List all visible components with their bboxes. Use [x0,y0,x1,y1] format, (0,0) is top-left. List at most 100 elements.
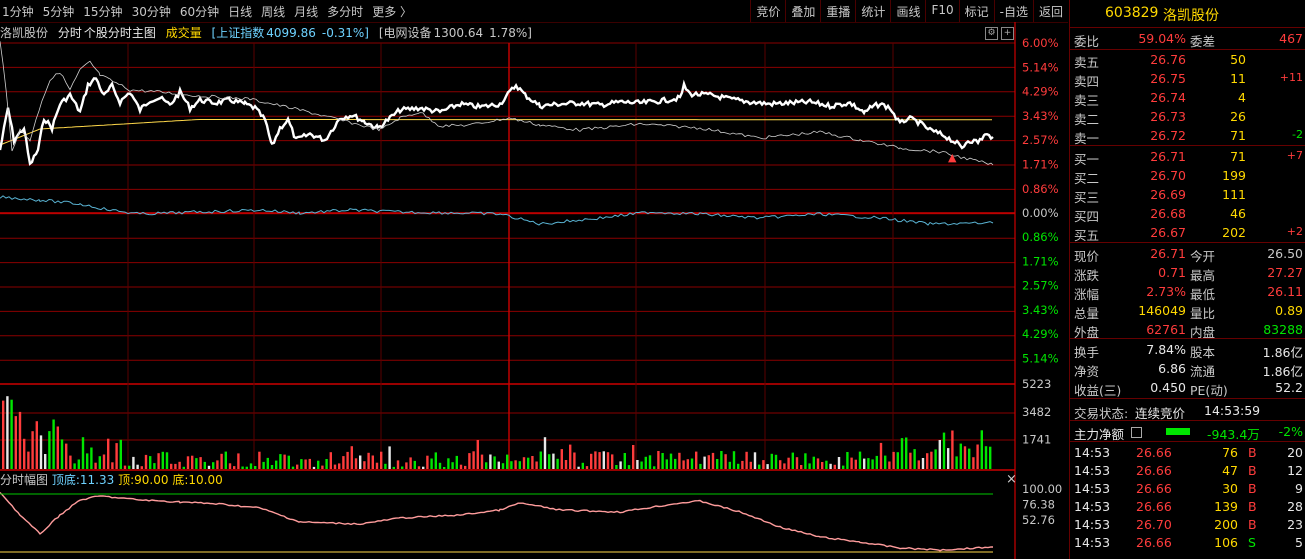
volume-bar [648,455,652,469]
volume-bar [329,452,332,469]
volume-bar [674,458,677,469]
volume-bar [447,458,450,469]
volume-bar [581,462,584,469]
volume-bar [464,465,467,469]
volume-bar [153,463,156,469]
volume-bar [384,463,387,469]
fund-value: 6.86 [1158,361,1186,376]
main-flow-row[interactable]: 主力净额 -943.4万 -2% [1070,423,1305,442]
ask-row: 卖四 26.75 11 +11 [1070,70,1305,89]
quote-label: 总量 [1074,306,1100,321]
tick-price: 26.66 [1136,463,1172,478]
volume-bar [140,466,143,469]
volume-bar [598,452,601,469]
bid-price: 26.69 [1150,187,1186,202]
volume-bar [170,463,173,469]
bid-price: 26.70 [1150,168,1186,183]
volume-bar [111,462,114,469]
volume-bar [955,456,958,469]
volume-bar [409,457,412,469]
volume-bar [989,446,992,469]
volume-bar [758,464,761,469]
ask-volume: 4 [1238,90,1246,105]
axis-label-volume: 1741 [1022,433,1051,447]
volume-bar [258,451,261,469]
volume-bar [795,457,799,469]
axis-label-down: 4.29% [1022,327,1059,341]
quote-value: 146049 [1138,303,1186,318]
fund-value: 1.86亿 [1262,345,1303,360]
volume-bar [233,466,236,469]
volume-bar [825,460,828,469]
volume-bar [224,451,227,469]
volume-bar [972,457,975,469]
volume-bar [443,467,446,469]
fund-value: 7.84% [1146,342,1186,357]
axis-label-osc: 52.76 [1022,513,1055,527]
volume-bar [10,399,13,469]
volume-bar [317,460,320,469]
volume-bar [254,466,257,469]
volume-bar [951,430,954,469]
bid-label: 买四 [1074,209,1100,224]
volume-bar [489,454,492,469]
volume-bar [724,454,727,469]
axis-label-zero: 0.00% [1022,206,1059,220]
volume-bar [590,453,593,469]
volume-bar [644,456,647,469]
flow-pct: -2% [1278,424,1303,439]
volume-bar [497,461,500,469]
quote-row: 外盘 62761 内盘 83288 [1070,321,1305,340]
volume-bar [279,454,282,469]
tick-side: B [1248,499,1257,514]
volume-bar [699,463,702,469]
volume-bar [296,464,299,469]
volume-bar [212,462,215,469]
ask-price: 26.73 [1150,109,1186,124]
axis-label-up: 5.14% [1022,60,1059,74]
osc-name[interactable]: 分时幅图 [0,473,48,487]
volume-bar [493,456,496,469]
quote-value: 83288 [1263,322,1303,337]
volume-bar [182,466,185,469]
volume-bar [480,454,484,469]
weibi-value: 59.04% [1138,31,1186,46]
bid-volume: 46 [1230,206,1246,221]
weibi-label: 委比 [1074,34,1100,49]
volume-bar [6,396,9,469]
volume-bar [829,463,832,469]
volume-bar [90,447,93,469]
volume-bar [963,446,967,469]
tick-price: 26.66 [1136,481,1172,496]
volume-bar [350,446,353,469]
volume-bar [359,455,362,469]
volume-bar [123,465,127,469]
volume-bar [220,453,223,469]
tick-price: 26.70 [1136,517,1172,532]
close-osc-icon[interactable]: × [1006,472,1017,487]
volume-bar [716,459,719,469]
volume-bar [203,461,206,469]
volume-bar [791,452,794,469]
volume-bar [753,452,757,469]
quote-label: 最高 [1190,268,1216,283]
volume-bar [527,457,530,469]
volume-bar [686,459,689,469]
volume-bar [531,456,534,469]
tick-time: 14:53 [1074,517,1111,532]
volume-bar [73,463,76,469]
weicha-label: 委差 [1190,34,1216,49]
volume-bar [325,459,328,469]
quote-label: 量比 [1190,306,1216,321]
volume-bar [510,461,513,469]
ask-change: -2 [1292,128,1303,141]
flow-menu-icon[interactable] [1131,427,1142,438]
volume-bar [270,465,274,469]
volume-bar [149,456,152,469]
volume-bar [161,451,164,469]
volume-bar [308,458,311,469]
volume-bar [304,459,307,469]
volume-bar [128,465,131,469]
tick-side: B [1248,463,1257,478]
volume-bar [959,443,962,469]
